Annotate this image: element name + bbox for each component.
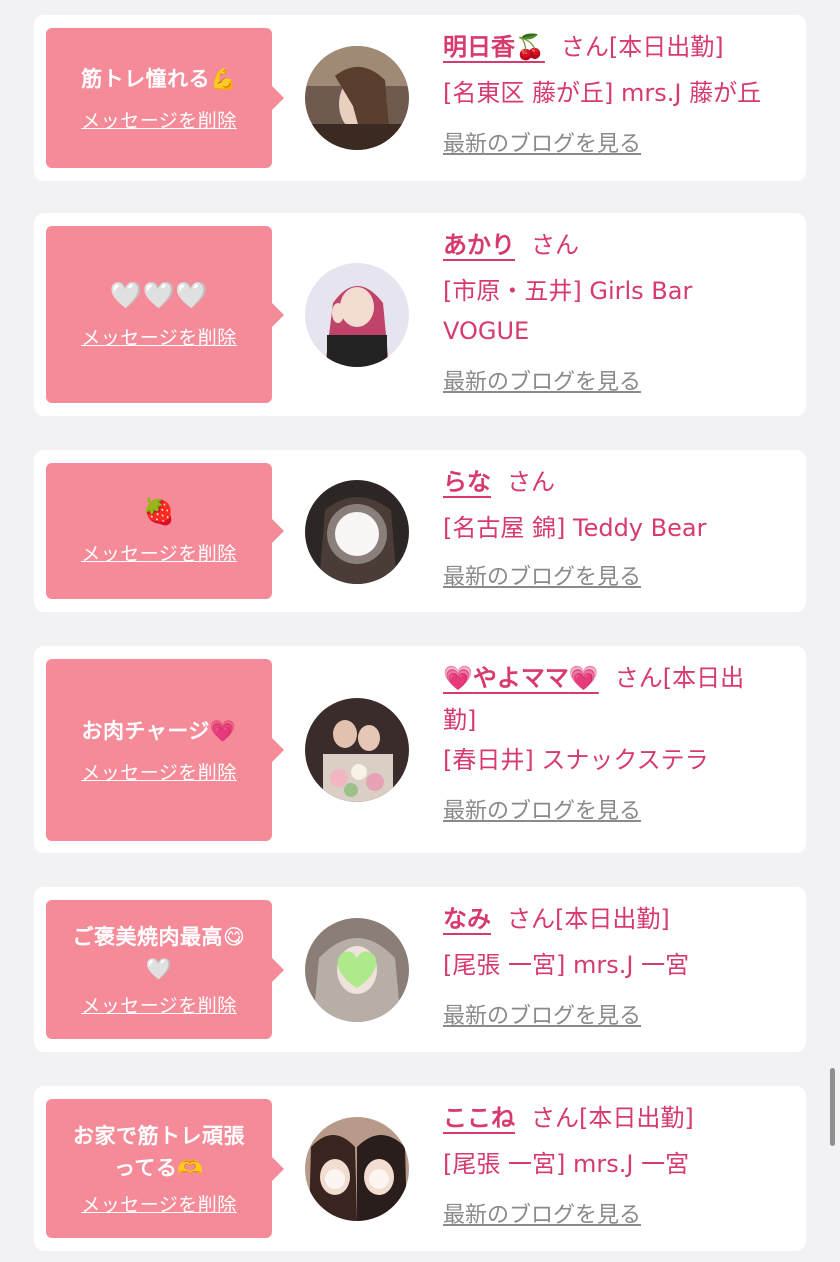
delete-message-link[interactable]: メッセージを削除	[81, 539, 237, 566]
cast-name-link[interactable]: ここね	[443, 1104, 515, 1132]
delete-message-link[interactable]: メッセージを削除	[81, 323, 237, 350]
cast-info: らな さん [名古屋 錦] Teddy Bear 最新のブログを見る	[443, 464, 795, 596]
shop-location: [尾張 一宮] mrs.J 一宮	[443, 1150, 690, 1178]
message-card: 筋トレ憧れる💪 メッセージを削除 明日香🍒 さん[本日出勤] [名東区 藤が丘] …	[34, 15, 806, 181]
cast-info: 明日香🍒 さん[本日出勤] [名東区 藤が丘] mrs.J 藤が丘 最新のブログを…	[443, 29, 795, 163]
attendance-status: [本日出勤]	[608, 33, 724, 61]
message-text: 🍓	[142, 497, 176, 527]
shop-location: [市原・五井] Girls Bar VOGUE	[443, 277, 693, 345]
pink-heart-emoji-icon: 💗	[209, 719, 237, 743]
message-card: お肉チャージ💗 メッセージを削除 💗やよママ💗 さん[本日出 勤] [春日井] ス…	[34, 646, 806, 853]
honorific: さん	[531, 231, 579, 259]
muscle-emoji-icon: 💪	[210, 67, 237, 91]
shop-location: [名古屋 錦] Teddy Bear	[443, 514, 707, 542]
shop-location: [春日井] スナックステラ	[443, 746, 709, 774]
cast-name-link[interactable]: 明日香🍒	[443, 33, 545, 61]
shop-location: [名東区 藤が丘] mrs.J 藤が丘	[443, 79, 762, 107]
attendance-status: [本日出勤]	[579, 1104, 694, 1132]
heart-hands-emoji-icon: 🫶	[177, 1156, 205, 1180]
cast-name-link[interactable]: あかり	[443, 231, 515, 259]
yummy-face-emoji-icon: 😋	[223, 925, 246, 949]
message-card: ご褒美焼肉最高😋 🤍 メッセージを削除 なみ さん[本日出勤] [尾張 一宮] m…	[34, 887, 806, 1052]
message-bubble: 筋トレ憧れる💪 メッセージを削除	[46, 28, 284, 168]
message-bubble: ご褒美焼肉最高😋 🤍 メッセージを削除	[46, 900, 284, 1039]
message-text: お家で筋トレ頑張 ってる🫶	[73, 1124, 245, 1180]
avatar[interactable]	[305, 46, 409, 150]
honorific: さん	[531, 1104, 579, 1132]
attendance-status-continued: 勤]	[443, 706, 477, 734]
avatar[interactable]	[305, 1117, 409, 1221]
message-text: 🤍🤍🤍	[109, 280, 209, 311]
latest-blog-link[interactable]: 最新のブログを見る	[443, 999, 641, 1035]
attendance-status: [本日出勤]	[555, 905, 670, 933]
cast-info: なみ さん[本日出勤] [尾張 一宮] mrs.J 一宮 最新のブログを見る	[443, 901, 795, 1035]
delete-message-link[interactable]: メッセージを削除	[81, 1190, 237, 1217]
shop-location: [尾張 一宮] mrs.J 一宮	[443, 951, 690, 979]
message-text: お肉チャージ💗	[81, 719, 237, 743]
avatar[interactable]	[305, 480, 409, 584]
message-bubble: お家で筋トレ頑張 ってる🫶 メッセージを削除	[46, 1099, 284, 1238]
cast-name-link[interactable]: らな	[443, 468, 491, 496]
cast-info: ここね さん[本日出勤] [尾張 一宮] mrs.J 一宮 最新のブログを見る	[443, 1100, 795, 1234]
message-text: ご褒美焼肉最高😋 🤍	[73, 921, 246, 985]
latest-blog-link[interactable]: 最新のブログを見る	[443, 1198, 641, 1234]
honorific: さん	[507, 468, 555, 496]
latest-blog-link[interactable]: 最新のブログを見る	[443, 127, 641, 163]
message-card: 🤍🤍🤍 メッセージを削除 あかり さん [市原・五井] Girls Bar VOG…	[34, 213, 806, 416]
avatar[interactable]	[305, 263, 409, 367]
delete-message-link[interactable]: メッセージを削除	[81, 106, 237, 133]
white-heart-emoji-icon: 🤍	[145, 957, 173, 981]
message-card: 🍓 メッセージを削除 らな さん [名古屋 錦] Teddy Bear 最新のブロ…	[34, 450, 806, 612]
message-card: お家で筋トレ頑張 ってる🫶 メッセージを削除 ここね さん[本日出勤] [尾張 一…	[34, 1086, 806, 1251]
avatar[interactable]	[305, 918, 409, 1022]
cast-info: 💗やよママ💗 さん[本日出 勤] [春日井] スナックステラ 最新のブログを見る	[443, 660, 795, 830]
cast-name-link[interactable]: 💗やよママ💗	[443, 664, 599, 692]
avatar[interactable]	[305, 698, 409, 802]
pink-heart-emoji-icon: 💗	[568, 664, 599, 692]
latest-blog-link[interactable]: 最新のブログを見る	[443, 794, 641, 830]
attendance-status: [本日出	[662, 664, 745, 692]
delete-message-link[interactable]: メッセージを削除	[81, 758, 237, 785]
latest-blog-link[interactable]: 最新のブログを見る	[443, 560, 641, 596]
honorific: さん	[560, 33, 609, 61]
cherry-emoji-icon: 🍒	[515, 33, 545, 61]
cast-name-link[interactable]: なみ	[443, 905, 491, 933]
message-bubble: 🍓 メッセージを削除	[46, 463, 284, 599]
scrollbar[interactable]	[830, 1068, 835, 1146]
message-bubble: お肉チャージ💗 メッセージを削除	[46, 659, 284, 841]
message-text: 筋トレ憧れる💪	[81, 67, 237, 91]
honorific: さん	[507, 905, 555, 933]
cast-info: あかり さん [市原・五井] Girls Bar VOGUE 最新のブログを見る	[443, 227, 795, 401]
message-bubble: 🤍🤍🤍 メッセージを削除	[46, 226, 284, 403]
latest-blog-link[interactable]: 最新のブログを見る	[443, 365, 641, 401]
honorific: さん	[614, 664, 663, 692]
delete-message-link[interactable]: メッセージを削除	[81, 991, 237, 1018]
pink-heart-emoji-icon: 💗	[443, 664, 473, 692]
